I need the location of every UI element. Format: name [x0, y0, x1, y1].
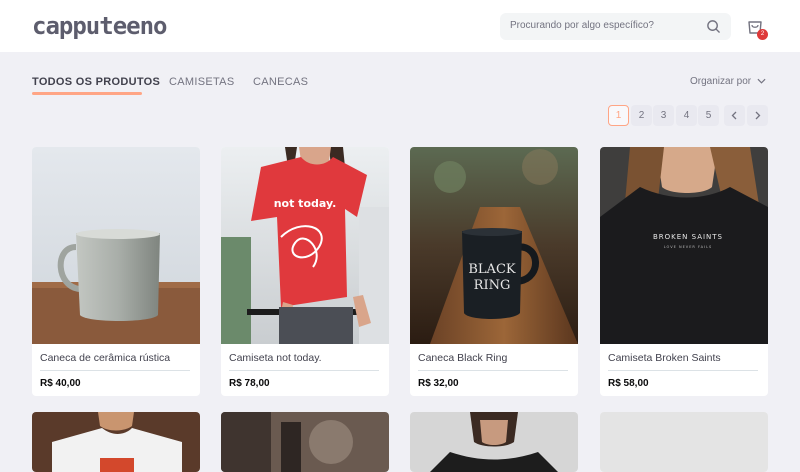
tab-mugs[interactable]: CANECAS [253, 76, 308, 88]
card-divider [608, 370, 758, 371]
product-image [221, 412, 389, 472]
product-price: R$ 32,00 [418, 378, 459, 389]
cart-count-badge: 2 [757, 29, 768, 40]
search-icon[interactable] [706, 19, 721, 34]
product-image-ceramic-mug [32, 147, 200, 344]
tab-all-products[interactable]: TODOS OS PRODUTOS [32, 76, 160, 88]
svg-text:LOVE NEVER FAILS: LOVE NEVER FAILS [664, 245, 713, 249]
prev-page-button[interactable] [724, 105, 745, 126]
card-divider [229, 370, 379, 371]
product-card[interactable] [221, 412, 389, 472]
product-card[interactable]: not today. Camiseta not today. R$ 78,00 [221, 147, 389, 396]
product-image [32, 412, 200, 472]
search-placeholder: Procurando por algo específico? [510, 20, 654, 31]
product-name: Caneca de cerâmica rústica [40, 352, 171, 364]
active-tab-indicator [32, 92, 142, 95]
next-page-button[interactable] [747, 105, 768, 126]
page-button-4[interactable]: 4 [676, 105, 697, 126]
logo[interactable]: capputeeno [32, 12, 167, 40]
product-image [600, 412, 768, 472]
chevron-down-icon[interactable] [757, 78, 766, 84]
product-name: Camiseta Broken Saints [608, 352, 721, 364]
svg-text:BLACK: BLACK [468, 262, 516, 277]
product-card[interactable] [32, 412, 200, 472]
product-price: R$ 78,00 [229, 378, 270, 389]
product-name: Caneca Black Ring [418, 352, 508, 364]
product-image-red-tshirt: not today. [221, 147, 389, 344]
card-divider [418, 370, 568, 371]
card-divider [40, 370, 190, 371]
tab-tshirts[interactable]: CAMISETAS [169, 76, 234, 88]
svg-text:RING: RING [474, 278, 511, 293]
page-button-5[interactable]: 5 [698, 105, 719, 126]
search-input[interactable]: Procurando por algo específico? [500, 13, 731, 40]
product-price: R$ 58,00 [608, 378, 649, 389]
product-card[interactable]: BLACK RING Caneca Black Ring R$ 32,00 [410, 147, 578, 396]
product-card[interactable]: BROKEN SAINTS LOVE NEVER FAILS Camiseta … [600, 147, 768, 396]
page-button-2[interactable]: 2 [631, 105, 652, 126]
page-button-3[interactable]: 3 [653, 105, 674, 126]
product-image-black-mug: BLACK RING [410, 147, 578, 344]
svg-text:BROKEN SAINTS: BROKEN SAINTS [653, 233, 723, 241]
page-button-1[interactable]: 1 [608, 105, 629, 126]
product-image-black-tshirt: BROKEN SAINTS LOVE NEVER FAILS [600, 147, 768, 344]
product-card[interactable] [410, 412, 578, 472]
svg-text:not today.: not today. [274, 197, 337, 210]
product-image [410, 412, 578, 472]
header: capputeeno Procurando por algo específic… [0, 0, 800, 52]
product-price: R$ 40,00 [40, 378, 81, 389]
chevron-right-icon [755, 111, 761, 120]
product-name: Camiseta not today. [229, 352, 322, 364]
product-card[interactable] [600, 412, 768, 472]
product-card[interactable]: Caneca de cerâmica rústica R$ 40,00 [32, 147, 200, 396]
sort-dropdown[interactable]: Organizar por [690, 76, 751, 87]
chevron-left-icon [731, 111, 737, 120]
